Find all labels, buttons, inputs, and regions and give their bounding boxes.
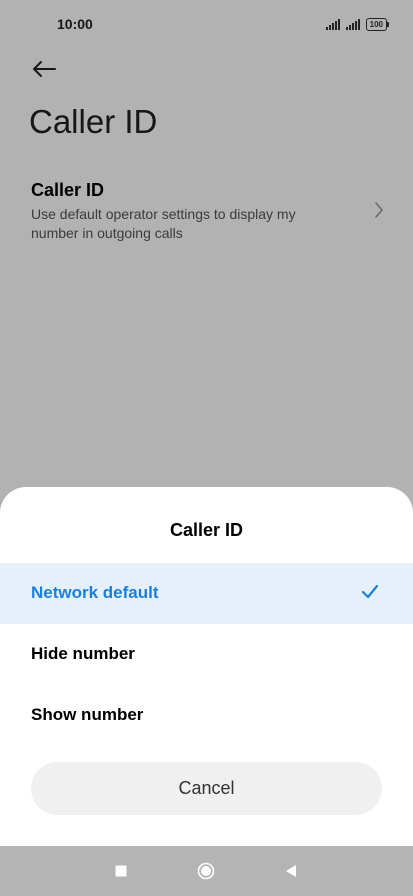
option-network-default[interactable]: Network default [0, 563, 413, 624]
option-label: Network default [31, 583, 159, 602]
recents-button[interactable] [110, 860, 132, 882]
option-show-number[interactable]: Show number [0, 685, 413, 746]
option-hide-number[interactable]: Hide number [0, 624, 413, 685]
circle-icon [197, 862, 215, 880]
option-label: Show number [31, 705, 144, 724]
cancel-button[interactable]: Cancel [31, 762, 382, 815]
nav-back-button[interactable] [280, 860, 302, 882]
square-icon [115, 865, 127, 877]
option-label: Hide number [31, 644, 135, 663]
navigation-bar [0, 846, 413, 896]
dialog-title: Caller ID [169, 520, 244, 540]
home-button[interactable] [195, 860, 217, 882]
triangle-left-icon [286, 865, 296, 877]
check-icon [361, 584, 379, 599]
caller-id-dialog: Caller ID Network default Hide number Sh… [0, 487, 413, 846]
